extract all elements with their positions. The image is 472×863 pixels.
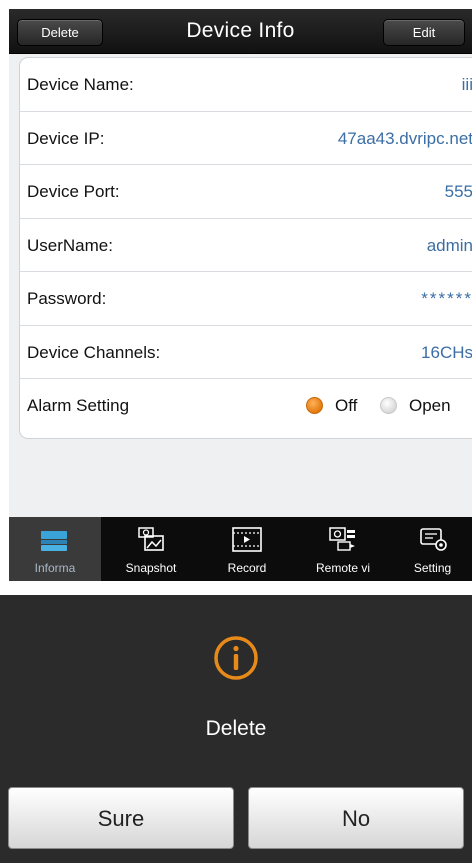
information-icon: [41, 531, 67, 551]
tab-bar: Informa Snapshot Record Remote vi Settin…: [9, 517, 472, 581]
alarm-open-radio[interactable]: Open: [380, 379, 451, 432]
device-channels-value: 16CHs: [421, 342, 472, 362]
alarm-off-label: Off: [335, 395, 358, 415]
password-value: ******: [421, 289, 472, 308]
row-device-ip: Device IP: 47aa43.dvripc.net: [20, 112, 472, 165]
tab-information-label: Informa: [34, 561, 76, 575]
delete-button[interactable]: Delete: [17, 19, 103, 46]
dialog-title: Delete: [205, 717, 267, 740]
tab-setting[interactable]: Setting: [393, 517, 472, 581]
device-port-label: Device Port:: [27, 182, 120, 201]
device-info-screen: Device Info Delete Edit Device Name: iii…: [9, 9, 472, 581]
row-device-channels: Device Channels: 16CHs: [20, 326, 472, 379]
tab-setting-label: Setting: [413, 561, 452, 575]
username-value: admin: [426, 235, 472, 255]
row-alarm-setting: Alarm Setting Off Open: [20, 379, 472, 433]
tab-record[interactable]: Record: [201, 517, 293, 581]
delete-confirm-dialog: Delete Sure No: [0, 595, 472, 863]
row-password: Password: ******: [20, 272, 472, 326]
device-info-card: Device Name: iii Device IP: 47aa43.dvrip…: [19, 57, 472, 439]
tab-remote-view-label: Remote vi: [315, 561, 371, 575]
remote-view-icon: [329, 527, 355, 551]
alarm-setting-label: Alarm Setting: [27, 396, 130, 415]
device-channels-label: Device Channels:: [27, 342, 161, 362]
alarm-open-label: Open: [409, 395, 451, 415]
tab-record-label: Record: [227, 561, 267, 575]
row-device-name: Device Name: iii: [20, 58, 472, 112]
device-port-value: 555: [444, 182, 472, 201]
sure-button[interactable]: Sure: [8, 787, 234, 849]
no-button[interactable]: No: [248, 787, 464, 849]
record-icon: [232, 527, 262, 552]
tab-remote-view[interactable]: Remote vi: [295, 517, 391, 581]
alarm-off-radio[interactable]: Off: [306, 379, 357, 432]
edit-button[interactable]: Edit: [383, 19, 465, 46]
setting-icon: [419, 528, 447, 551]
nav-bar: Device Info Delete Edit: [9, 9, 472, 54]
info-icon: [214, 636, 258, 680]
username-label: UserName:: [27, 235, 113, 255]
device-ip-value: 47aa43.dvripc.net: [337, 128, 472, 148]
device-ip-label: Device IP:: [27, 128, 105, 148]
tab-information[interactable]: Informa: [9, 517, 101, 581]
password-label: Password:: [27, 289, 107, 308]
device-name-label: Device Name:: [27, 75, 134, 94]
row-username: UserName: admin: [20, 219, 472, 272]
tab-snapshot[interactable]: Snapshot: [103, 517, 199, 581]
device-name-value: iii: [461, 75, 472, 94]
radio-selected-icon: [306, 397, 323, 414]
tab-snapshot-label: Snapshot: [125, 561, 177, 575]
row-device-port: Device Port: 555: [20, 165, 472, 219]
radio-unselected-icon: [380, 397, 397, 414]
snapshot-icon: [138, 527, 164, 551]
